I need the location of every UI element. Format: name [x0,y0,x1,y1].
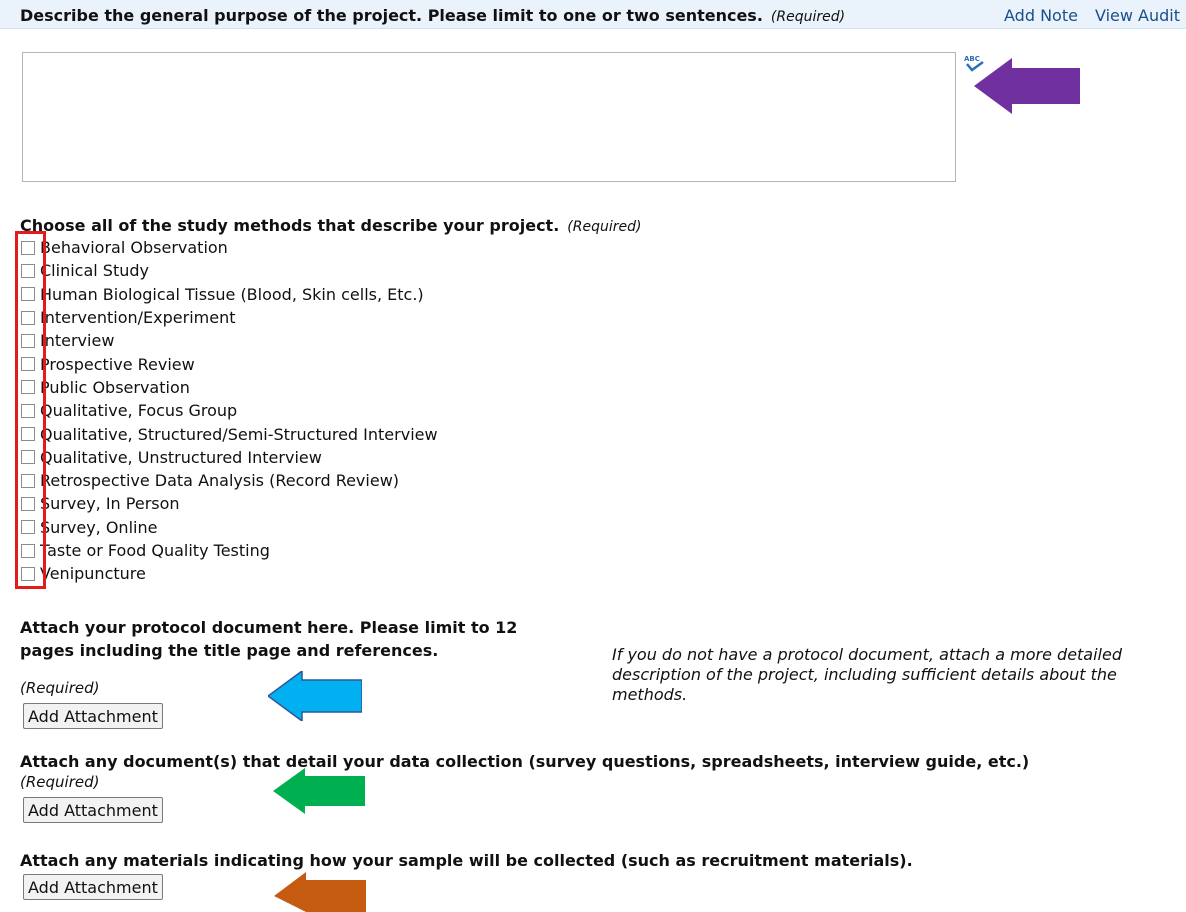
checkbox[interactable] [21,287,35,302]
green-arrow-annotation [273,768,365,814]
method-option[interactable]: Survey, In Person [21,492,438,515]
checkbox[interactable] [21,543,35,558]
method-option[interactable]: Retrospective Data Analysis (Record Revi… [21,469,438,492]
view-audit-link[interactable]: View Audit [1095,6,1180,25]
checkbox[interactable] [21,496,35,511]
method-option[interactable]: Public Observation [21,376,438,399]
checkbox[interactable] [21,427,35,442]
checkbox[interactable] [21,240,35,255]
method-option[interactable]: Prospective Review [21,352,438,375]
add-attachment-button-sample-materials[interactable]: Add Attachment [23,874,163,900]
method-option[interactable]: Survey, Online [21,516,438,539]
method-option[interactable]: Interview [21,329,438,352]
add-attachment-button-data-collection[interactable]: Add Attachment [23,797,163,823]
protocol-attachment-label: Attach your protocol document here. Plea… [20,618,518,660]
protocol-attachment-note: If you do not have a protocol document, … [612,645,1122,704]
checkbox[interactable] [21,473,35,488]
method-option[interactable]: Taste or Food Quality Testing [21,539,438,562]
checkbox[interactable] [21,263,35,278]
methods-checkbox-list: Behavioral Observation Clinical Study Hu… [21,236,438,585]
add-note-link[interactable]: Add Note [1004,6,1078,25]
purpose-textarea[interactable] [22,52,956,182]
checkbox[interactable] [21,310,35,325]
required-marker: (Required) [770,9,846,25]
add-attachment-button-protocol[interactable]: Add Attachment [23,703,163,729]
checkbox[interactable] [21,357,35,372]
orange-arrow-annotation [274,872,366,912]
required-marker: (Required) [20,773,100,791]
method-option[interactable]: Behavioral Observation [21,236,438,259]
checkbox[interactable] [21,450,35,465]
checkbox[interactable] [21,380,35,395]
purple-arrow-annotation [974,58,1080,114]
required-marker: (Required) [20,679,100,697]
method-option[interactable]: Intervention/Experiment [21,306,438,329]
methods-question-label: Choose all of the study methods that des… [20,216,642,235]
checkbox[interactable] [21,566,35,581]
method-option[interactable]: Venipuncture [21,562,438,585]
method-option[interactable]: Qualitative, Unstructured Interview [21,446,438,469]
method-option[interactable]: Human Biological Tissue (Blood, Skin cel… [21,283,438,306]
blue-arrow-annotation [268,671,362,721]
method-option[interactable]: Clinical Study [21,259,438,282]
question-header-bar: Describe the general purpose of the proj… [0,0,1186,29]
checkbox[interactable] [21,520,35,535]
checkbox[interactable] [21,403,35,418]
sample-materials-attachment-label: Attach any materials indicating how your… [20,851,913,870]
data-collection-attachment-label: Attach any document(s) that detail your … [20,752,1030,771]
required-marker: (Required) [567,219,642,235]
method-option[interactable]: Qualitative, Focus Group [21,399,438,422]
purpose-question-label: Describe the general purpose of the proj… [20,6,846,25]
checkbox[interactable] [21,333,35,348]
method-option[interactable]: Qualitative, Structured/Semi-Structured … [21,422,438,445]
